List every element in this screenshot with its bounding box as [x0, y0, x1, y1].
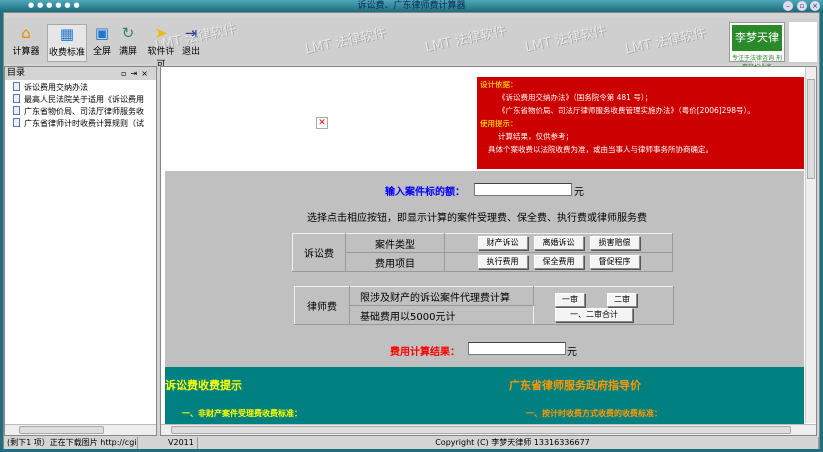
unit-label: 元 — [567, 347, 577, 358]
lawyer-row2: 基础费用以5000元计 — [349, 305, 534, 325]
close-button[interactable]: × — [810, 1, 820, 11]
license-button[interactable]: ➤ 软件许可 — [144, 24, 178, 70]
result-output[interactable] — [468, 342, 566, 355]
notice-heading: 使用提示： — [480, 119, 518, 128]
sidebar-hscrollbar[interactable] — [5, 424, 156, 435]
sidebar-controls[interactable]: ▫⇥× — [121, 67, 152, 80]
broken-image-icon: ✕ — [316, 117, 328, 129]
amount-label: 输入案件标的额： — [385, 187, 465, 198]
result-label: 费用计算结果： — [390, 347, 460, 358]
button-label: 退出 — [181, 47, 200, 57]
divorce-litigation-button[interactable]: 离婚诉讼 — [533, 236, 584, 250]
urging-procedure-button[interactable]: 督促程序 — [589, 255, 640, 269]
watermark: LMT 法律软件 — [523, 23, 608, 56]
watermark: LMT 法律软件 — [423, 23, 508, 56]
total-instance-button[interactable]: 一、二审合计 — [555, 308, 633, 322]
maxscreen-button[interactable]: ↻ 满屏 — [116, 24, 140, 62]
fee-standard-button[interactable]: ▦ 收费标准 — [47, 24, 87, 62]
status-bar: (剩下1 项）正在下载图片 http://cgi. V2011 Copyrigh… — [4, 437, 819, 449]
sidebar-header: 目录 ▫⇥× — [5, 67, 156, 80]
document-icon — [13, 106, 20, 115]
notice-line: 计算结果，仅供参考； — [498, 132, 573, 141]
document-icon — [13, 82, 20, 91]
preservation-fee-button[interactable]: 保全费用 — [533, 255, 584, 269]
sidebar: 目录 ▫⇥× 诉讼费用交纳办法 最高人民法院关于适用《诉讼费用 广东省物价局、司法… — [4, 66, 157, 436]
document-icon — [13, 94, 20, 103]
content-area: ✕ 设计依据： 《诉讼费用交纳办法》（国务院令第 481 号）； 《广东省物价局… — [160, 66, 817, 436]
execution-fee-button[interactable]: 执行费用 — [477, 255, 528, 269]
instruction-text: 选择点击相应按钮，即显示计算的案件受理费、保全费、执行费或律师服务费 — [307, 213, 647, 224]
item-label: 诉讼费用交纳办法 — [24, 83, 88, 92]
logo: 李梦天律师专注于法律咨询 刑事辩护业务 — [729, 22, 785, 71]
status-download: (剩下1 项）正在下载图片 http://cgi. — [4, 437, 138, 449]
lawyer-fee-table: 律师费 限涉及财产的诉讼案件代理费计算 一审 二审 一、二审合计 基础费用以50… — [294, 286, 674, 325]
content-vscrollbar[interactable] — [805, 67, 816, 423]
sidebar-item[interactable]: 诉讼费用交纳办法 — [5, 82, 156, 94]
calculator-button[interactable]: ⌂ 计算器 — [10, 24, 42, 62]
litigation-fee-table: 诉讼费 案件类型 财产诉讼 离婚诉讼 损害赔偿 费用项目 执行费用 保全费用 督促程序 — [292, 233, 673, 272]
item-label: 最高人民法院关于适用《诉讼费用 — [24, 95, 144, 104]
fee-item-label: 费用项目 — [345, 252, 445, 272]
sidebar-title: 目录 — [7, 68, 26, 78]
toolbar: LMT 法律软件 LMT 法律软件 LMT 法律软件 LMT 法律软件 LMT … — [4, 18, 819, 70]
button-label: 收费标准 — [48, 48, 85, 58]
sidebar-item[interactable]: 最高人民法院关于适用《诉讼费用 — [5, 94, 156, 106]
calculator-form: 输入案件标的额： 元 选择点击相应按钮，即显示计算的案件受理费、保全费、执行费或… — [165, 171, 804, 367]
info-section: 诉讼费收费提示 一、非财产案件受理费收费标准： 广东省律师服务政府指导价 一、按… — [165, 367, 804, 427]
restore-button[interactable]: ▫ — [797, 1, 807, 11]
lawyer-price-title: 广东省律师服务政府指导价 — [509, 379, 641, 392]
table-icon: ▦ — [59, 25, 75, 43]
case-type-label: 案件类型 — [345, 233, 445, 253]
fullscreen-icon: ▣ — [94, 24, 110, 42]
lawyer-price-sub: 一、按计时收费方式收费的收费标准： — [526, 409, 662, 418]
button-label: 满屏 — [118, 47, 137, 57]
minimize-button[interactable]: – — [783, 1, 793, 11]
property-litigation-button[interactable]: 财产诉讼 — [477, 236, 528, 250]
item-label: 广东省物价局、司法厅律师服务收 — [24, 107, 144, 116]
amount-input[interactable] — [474, 183, 572, 196]
scroll-thumb[interactable] — [19, 426, 104, 434]
watermark: LMT 法律软件 — [303, 25, 388, 58]
document-icon — [13, 118, 20, 127]
logo-side — [789, 22, 817, 62]
house-icon: ⌂ — [21, 24, 31, 42]
notice-box: 设计依据： 《诉讼费用交纳办法》（国务院令第 481 号）； 《广东省物价局、司… — [477, 77, 804, 169]
litigation-tips-sub: 一、非财产案件受理费收费标准： — [182, 409, 302, 418]
window-title: 诉讼费、广东律师费计算器 — [357, 1, 466, 11]
button-label: 全屏 — [92, 47, 111, 57]
sidebar-item[interactable]: 广东省律师计时收费计算规则（试 — [5, 118, 156, 130]
first-instance-button[interactable]: 一审 — [555, 293, 585, 307]
litigation-tips-title: 诉讼费收费提示 — [165, 379, 242, 392]
damages-button[interactable]: 损害赔偿 — [589, 236, 640, 250]
unit-label: 元 — [574, 187, 584, 198]
fullscreen-button[interactable]: ▣ 全屏 — [90, 24, 114, 62]
status-copyright: Copyright (C) 李梦天律师 13316336677 — [204, 437, 819, 449]
watermark: LMT 法律软件 — [623, 25, 708, 58]
scroll-thumb[interactable] — [807, 79, 815, 179]
exit-button[interactable]: ⇥ 退出 — [180, 24, 202, 62]
second-instance-button[interactable]: 二审 — [607, 293, 637, 307]
notice-heading: 设计依据： — [480, 80, 518, 89]
lawyer-label: 律师费 — [294, 286, 350, 325]
content-hscrollbar[interactable] — [161, 424, 816, 435]
button-label: 计算器 — [12, 47, 40, 57]
lawyer-row1: 限涉及财产的诉讼案件代理费计算 — [349, 286, 534, 306]
refresh-icon: ↻ — [121, 24, 135, 42]
notice-line: 《广东省物价局、司法厅律师服务收费管理实施办法》（粤价[2006]298号）。 — [498, 106, 755, 115]
cursor-icon: ➤ — [154, 24, 168, 42]
sidebar-item[interactable]: 广东省物价局、司法厅律师服务收 — [5, 106, 156, 118]
notice-line: 具体个案收费以法院收费为准，或由当事人与律师事务所协商确定。 — [488, 145, 713, 154]
notice-line: 《诉讼费用交纳办法》（国务院令第 481 号）； — [498, 93, 653, 102]
exit-icon: ⇥ — [184, 24, 198, 42]
logo-text: 李梦天律师 — [732, 25, 782, 70]
scroll-thumb[interactable] — [171, 426, 791, 434]
status-version: V2011 — [138, 437, 198, 449]
litigation-label: 诉讼费 — [292, 233, 346, 272]
item-label: 广东省律师计时收费计算规则（试 — [24, 119, 144, 128]
